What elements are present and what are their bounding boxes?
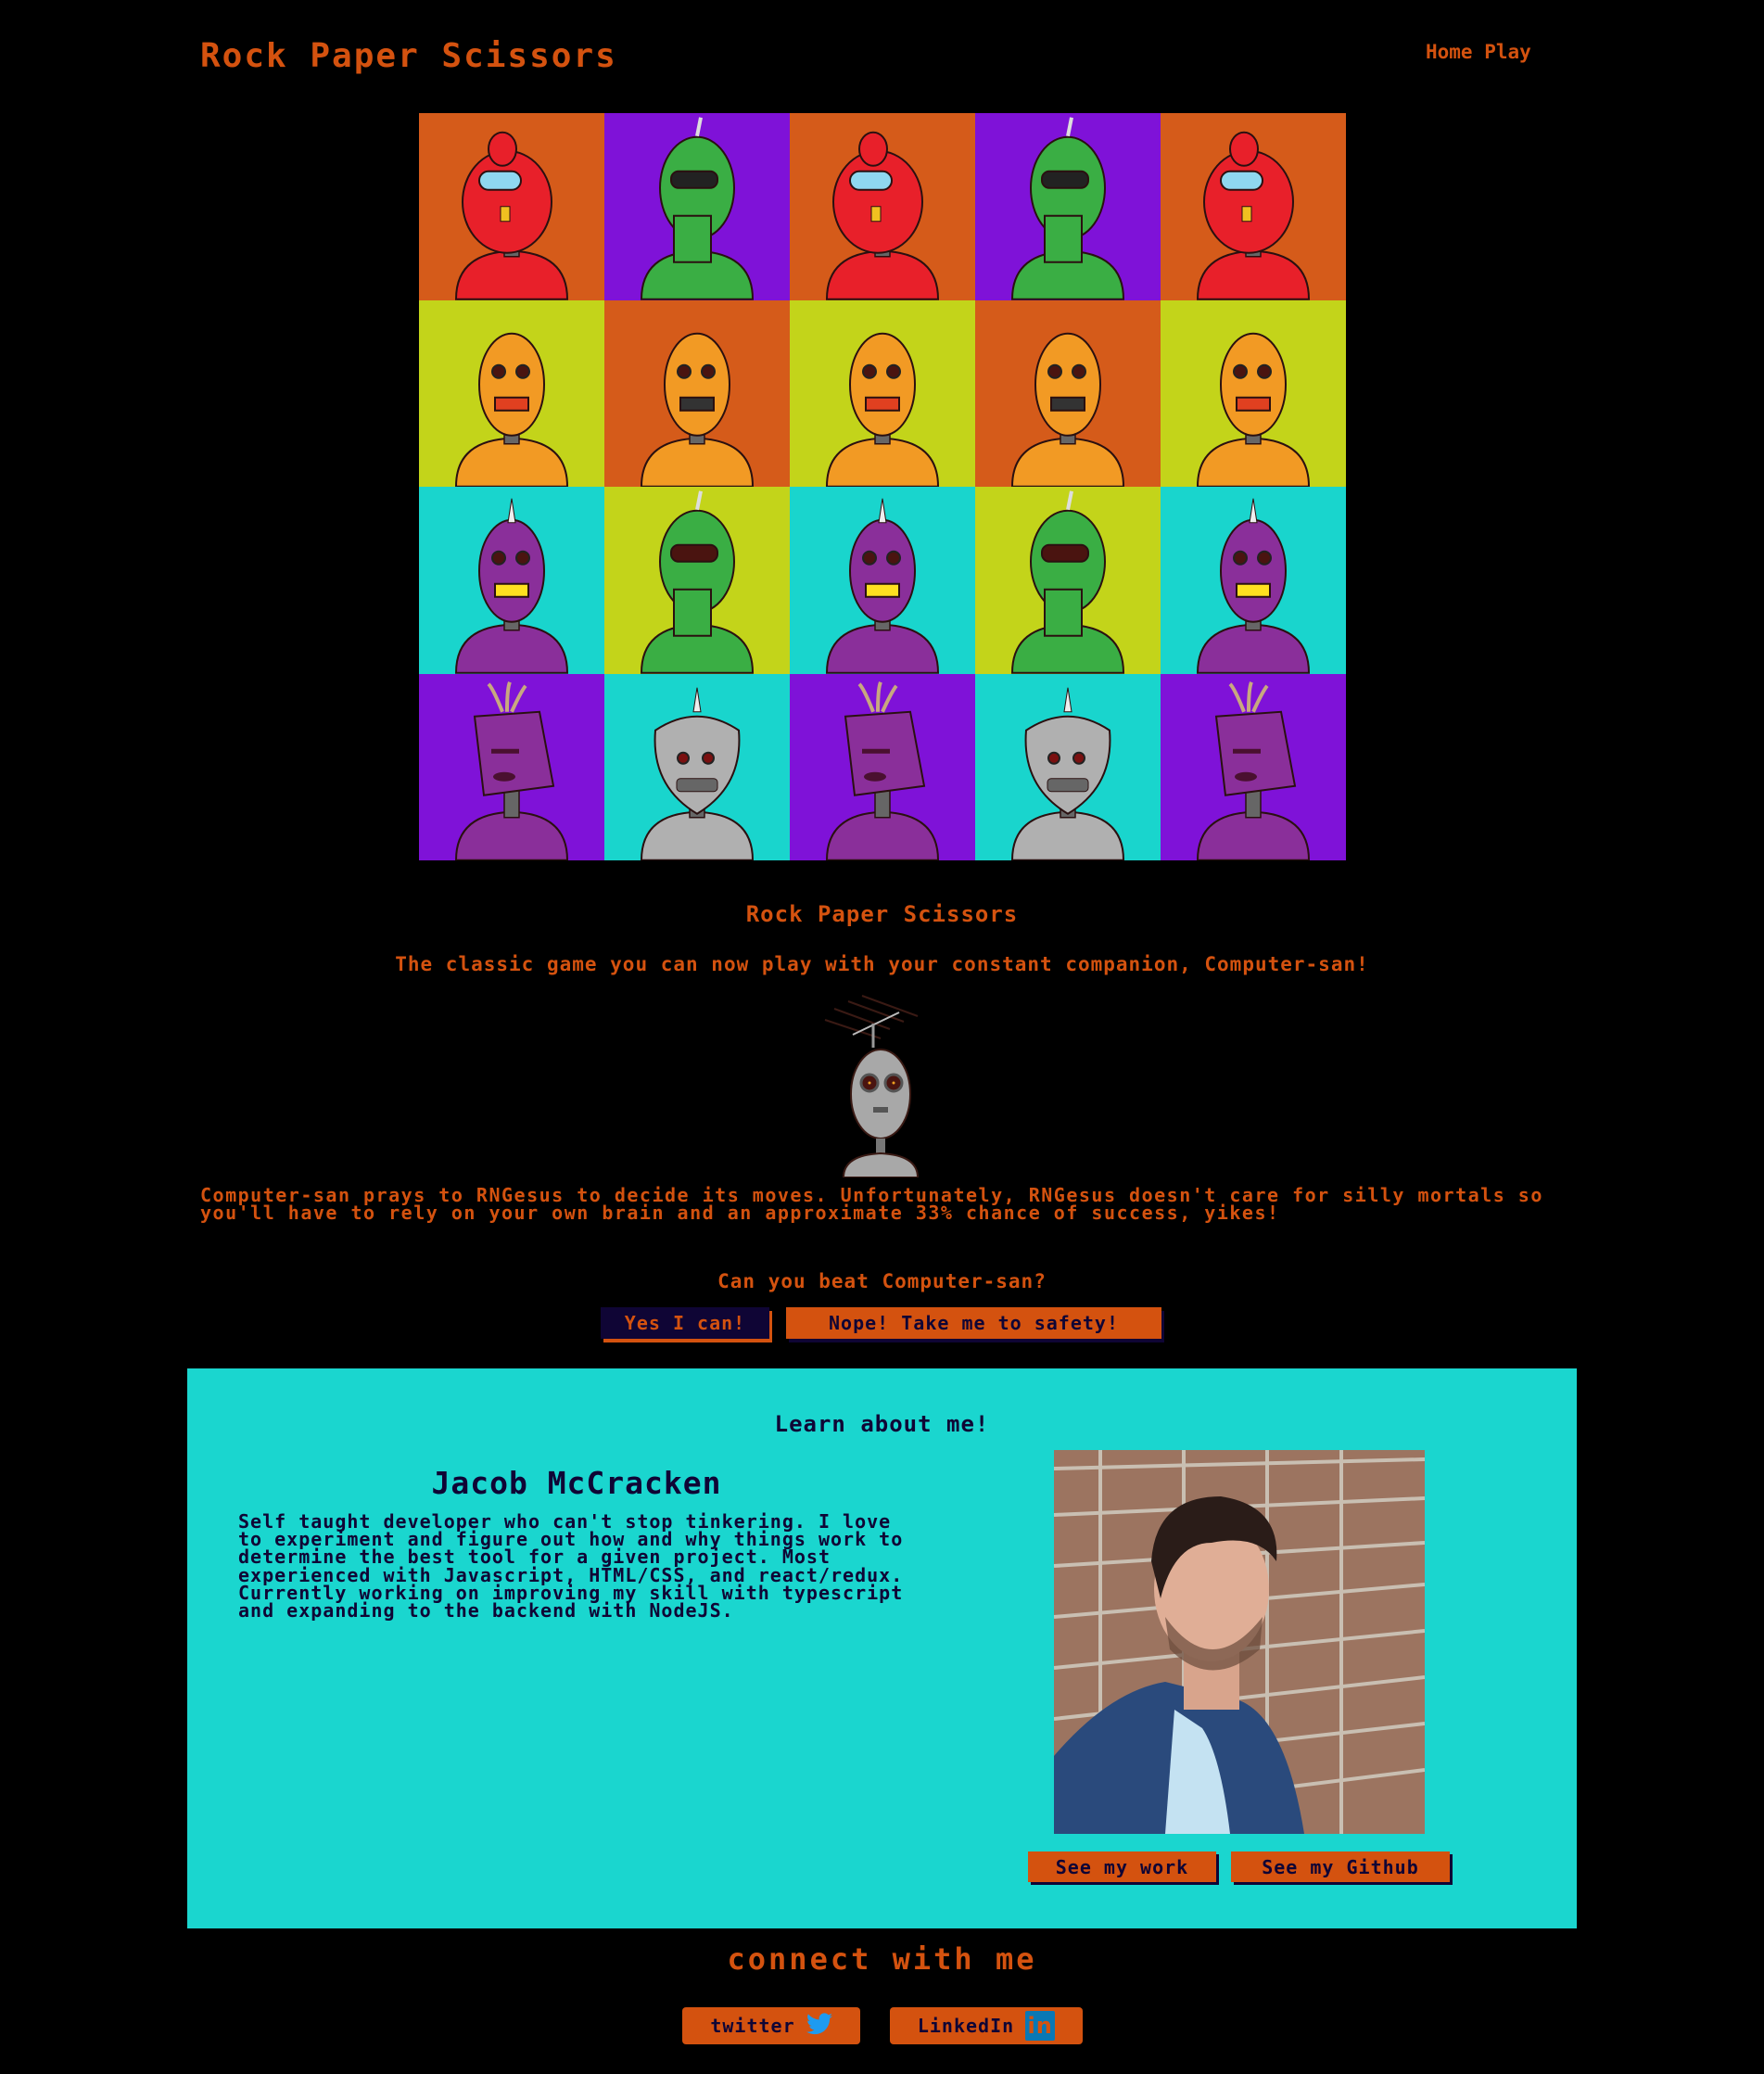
robot-tile [604, 487, 790, 674]
silver-horn-robot-icon [1010, 687, 1125, 860]
purple-horn-robot-icon [454, 498, 569, 674]
twitter-label: twitter [710, 2015, 795, 2037]
green-visor-robot-icon [1010, 117, 1125, 300]
see-my-github-button[interactable]: See my Github [1231, 1851, 1450, 1882]
site-title: Rock Paper Scissors [200, 37, 617, 75]
orange-grill-robot-icon [1196, 332, 1311, 487]
robot-tile [790, 673, 975, 860]
robot-tile [604, 113, 790, 300]
robot-tile [604, 673, 790, 860]
intro-tagline: The classic game you can now play with y… [395, 953, 1369, 975]
purple-horn-robot-icon [1196, 498, 1311, 674]
robot-tile [975, 113, 1161, 300]
purple-tuft-robot-icon [825, 681, 940, 860]
purple-horn-robot-icon [825, 498, 940, 674]
play-yes-button[interactable]: Yes I can! [601, 1307, 769, 1339]
purple-tuft-robot-icon [454, 681, 569, 860]
robot-tile [975, 487, 1161, 674]
play-no-button[interactable]: Nope! Take me to safety! [786, 1307, 1161, 1339]
green-visor-robot-icon [640, 117, 755, 300]
green-dome-robot-icon [1010, 490, 1125, 674]
robot-tile [1161, 299, 1346, 487]
author-photo [1054, 1450, 1425, 1834]
robot-tile [604, 299, 790, 487]
robot-tile [790, 113, 975, 300]
robot-tile [1161, 113, 1346, 300]
red-dome-robot-icon [454, 131, 569, 300]
orange-grill-robot-icon [454, 332, 569, 487]
robot-tile [790, 487, 975, 674]
robot-tile [419, 299, 604, 487]
purple-tuft-robot-icon [1196, 681, 1311, 860]
computer-san-robot-image [816, 990, 945, 1178]
robot-tile [975, 673, 1161, 860]
nav-play-link[interactable]: Play [1484, 41, 1531, 63]
twitter-icon [806, 2012, 832, 2040]
nav-home-link[interactable]: Home [1426, 41, 1473, 63]
robot-tile [1161, 673, 1346, 860]
intro-title: Rock Paper Scissors [745, 901, 1019, 927]
main-nav: Home Play [1426, 41, 1531, 63]
linkedin-icon: in [1025, 2011, 1056, 2041]
robot-tile [1161, 487, 1346, 674]
about-section: Learn about me! Jacob McCracken Self tau… [187, 1368, 1577, 1928]
robot-tile [975, 299, 1161, 487]
silver-horn-robot-icon [640, 687, 755, 860]
robot-grid [419, 113, 1346, 860]
about-heading: Learn about me! [774, 1411, 990, 1437]
intro-description: Computer-san prays to RNGesus to decide … [200, 1184, 1543, 1224]
linkedin-link[interactable]: LinkedIn in [890, 2007, 1083, 2044]
robot-tile [790, 299, 975, 487]
red-dome-robot-icon [1196, 131, 1311, 300]
orange-seven-robot-icon [1010, 332, 1125, 487]
green-dome-robot-icon [640, 490, 755, 674]
orange-grill-robot-icon [825, 332, 940, 487]
author-bio: Self taught developer who can't stop tin… [238, 1510, 904, 1622]
author-name: Jacob McCracken [431, 1465, 722, 1501]
connect-heading: connect with me [727, 1941, 1037, 1977]
linkedin-label: LinkedIn [917, 2015, 1015, 2037]
robot-tile [419, 487, 604, 674]
robot-tile [419, 673, 604, 860]
twitter-link[interactable]: twitter [682, 2007, 860, 2044]
orange-seven-robot-icon [640, 332, 755, 487]
intro-question: Can you beat Computer-san? [717, 1270, 1047, 1292]
see-my-work-button[interactable]: See my work [1028, 1851, 1216, 1882]
robot-tile [419, 113, 604, 300]
red-dome-robot-icon [825, 131, 940, 300]
